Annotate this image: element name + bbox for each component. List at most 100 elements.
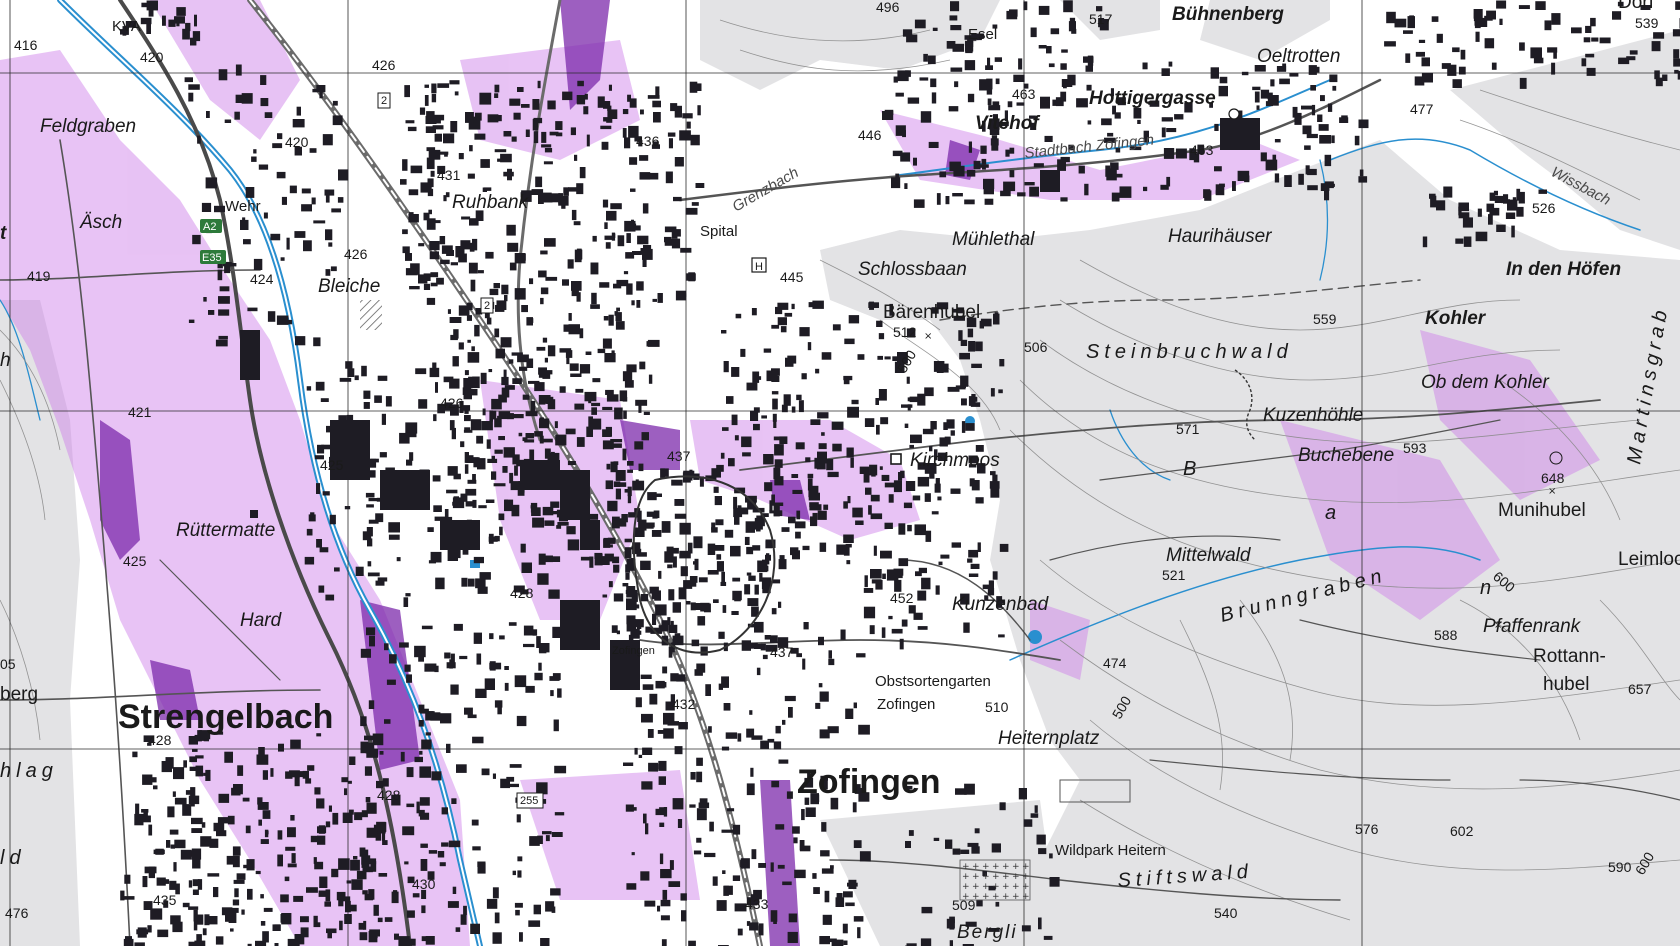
building: [498, 513, 505, 521]
building: [362, 890, 368, 895]
building: [648, 374, 653, 384]
building: [659, 853, 664, 865]
building: [287, 827, 296, 838]
building: [571, 209, 577, 221]
building: [508, 622, 517, 626]
building: [1460, 49, 1466, 60]
building: [770, 910, 778, 922]
building: [691, 202, 699, 206]
building: [615, 470, 626, 481]
building: [721, 330, 727, 334]
building: [541, 144, 552, 148]
building: [906, 376, 910, 384]
building: [533, 904, 541, 915]
building: [500, 153, 512, 163]
building: [754, 376, 762, 380]
building: [914, 19, 926, 29]
spot-height-h559: 559: [1313, 311, 1337, 327]
building: [538, 662, 542, 671]
building: [532, 629, 538, 636]
building: [615, 312, 622, 322]
building: [537, 573, 549, 585]
building: [554, 421, 558, 429]
building: [434, 133, 442, 142]
building: [247, 307, 258, 312]
building: [366, 504, 374, 508]
building: [647, 95, 660, 99]
building: [791, 303, 795, 310]
building: [781, 404, 788, 413]
spot-height-h431: 431: [437, 167, 461, 183]
building: [621, 514, 628, 523]
building: [880, 417, 889, 425]
building: [484, 678, 495, 690]
building: [924, 493, 931, 502]
building: [795, 531, 801, 539]
building: [795, 442, 805, 450]
building: [662, 889, 668, 900]
building: [452, 497, 465, 509]
building: [140, 17, 152, 25]
building: [459, 655, 468, 660]
building: [813, 887, 820, 894]
building: [1386, 11, 1396, 24]
building: [913, 199, 925, 208]
building: [696, 663, 706, 673]
building: [631, 852, 635, 856]
building: [746, 783, 755, 796]
building: [769, 374, 775, 381]
building: [538, 643, 550, 653]
building: [272, 143, 283, 149]
building: [987, 98, 992, 106]
building: [657, 293, 663, 303]
building: [815, 702, 821, 709]
building: [663, 728, 674, 739]
building: [325, 821, 331, 828]
building: [518, 432, 523, 437]
building: [491, 471, 497, 480]
building: [801, 373, 807, 380]
building: [405, 422, 418, 434]
building: [895, 173, 900, 185]
building: [429, 367, 440, 378]
building: [471, 819, 479, 826]
building: [566, 526, 576, 535]
building: [263, 907, 273, 912]
building: [1586, 67, 1596, 76]
building: [917, 476, 930, 487]
topographic-map[interactable]: +: [0, 0, 1680, 946]
building: [182, 902, 190, 908]
label-wildpark: Wildpark Heitern: [1055, 842, 1166, 859]
building: [870, 513, 883, 520]
building: [659, 822, 665, 827]
building: [1436, 33, 1443, 43]
building: [977, 542, 981, 552]
building: [189, 766, 197, 771]
building: [784, 695, 796, 702]
building: [174, 16, 182, 22]
building: [904, 183, 908, 189]
building: [429, 251, 439, 260]
building: [579, 167, 586, 179]
building: [603, 537, 611, 543]
building: [1021, 925, 1031, 932]
building: [329, 514, 336, 525]
building: [696, 771, 703, 783]
label-steinbruchwald: Steinbruchwald: [1086, 341, 1293, 363]
building: [597, 96, 605, 108]
building: [176, 7, 186, 16]
building: [1505, 212, 1516, 219]
building: [762, 654, 768, 660]
building: [214, 205, 225, 213]
building: [1119, 186, 1132, 198]
building: [384, 719, 391, 724]
building: [328, 242, 333, 247]
building: [153, 849, 165, 855]
building: [420, 843, 428, 848]
building: [494, 93, 499, 98]
building: [432, 362, 437, 369]
building: [319, 88, 323, 99]
building: [726, 808, 735, 812]
building: [260, 839, 269, 844]
building: [877, 355, 883, 360]
